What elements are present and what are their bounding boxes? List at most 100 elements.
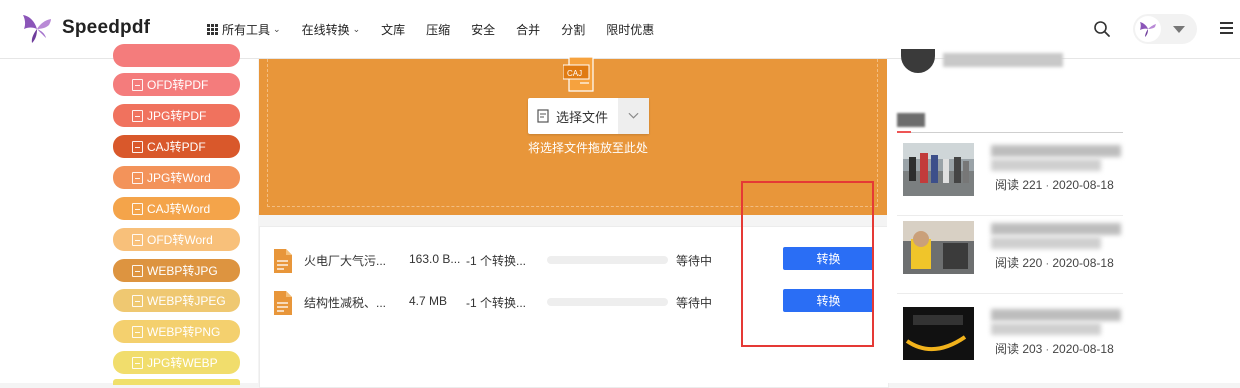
main-nav: 所有工具 ⌄ 在线转换 ⌄ 文库 压缩 安全 合并 分割 限时优惠 xyxy=(207,20,675,38)
sidebar-tool-webp-to-jpg[interactable]: WEBP转JPG xyxy=(113,259,240,282)
nav-label: 限时优惠 xyxy=(606,22,655,37)
nav-label: 分割 xyxy=(561,22,586,37)
image-file-icon xyxy=(132,325,143,338)
hamburger-icon[interactable] xyxy=(1220,22,1233,34)
nav-split[interactable]: 分割 xyxy=(561,21,585,38)
choose-source-dropdown[interactable] xyxy=(618,98,649,134)
highlight-box xyxy=(741,181,874,347)
nav-label: 文库 xyxy=(381,22,406,37)
nav-label: 所有工具 xyxy=(222,22,271,37)
speedpdf-logo-icon[interactable] xyxy=(20,12,54,46)
article-date: 2020-08-18 xyxy=(1052,178,1114,192)
sidebar-tool-caj-to-pdf[interactable]: CAJ转PDF xyxy=(113,135,240,158)
sidebar-tool-label: JPG转Word xyxy=(147,171,211,185)
article-views: 阅读 221 xyxy=(995,178,1043,192)
blurred-article-title xyxy=(991,159,1101,171)
image-file-icon xyxy=(132,233,143,246)
brand-name[interactable]: Speedpdf xyxy=(62,17,150,39)
article-views: 阅读 220 xyxy=(995,256,1043,270)
article-views: 阅读 203 xyxy=(995,342,1043,356)
nav-limited-offer[interactable]: 限时优惠 xyxy=(606,21,654,38)
nav-label: 压缩 xyxy=(426,22,451,37)
wait-status: 等待中 xyxy=(676,296,713,310)
image-file-icon xyxy=(132,202,143,215)
article-item[interactable]: 阅读 203 · 2020-08-18 xyxy=(897,301,1123,379)
section-divider xyxy=(897,132,1123,133)
file-size: 163.0 B... xyxy=(409,252,461,266)
butterfly-avatar-icon xyxy=(1140,22,1156,37)
caj-file-icon: CAJ xyxy=(563,57,594,92)
file-name: 结构性减税、... xyxy=(304,296,387,310)
progress-bar xyxy=(547,256,668,264)
sidebar-tool-label: CAJ转Word xyxy=(147,202,211,216)
wait-status: 等待中 xyxy=(676,254,713,268)
nav-online-convert[interactable]: 在线转换 ⌄ xyxy=(302,21,361,38)
sidebar-tool-ofd-to-pdf[interactable]: OFD转PDF xyxy=(113,73,240,96)
blurred-section-title xyxy=(897,113,925,127)
file-status: -1 个转换... xyxy=(466,254,527,268)
chevron-down-icon xyxy=(628,112,639,119)
image-file-icon xyxy=(132,140,143,153)
blurred-article-title xyxy=(991,223,1121,235)
sidebar-tool-caj-to-word[interactable]: CAJ转Word xyxy=(113,197,240,220)
image-file-icon xyxy=(132,109,143,122)
article-meta: 阅读 220 · 2020-08-18 xyxy=(995,256,1114,270)
image-file-icon xyxy=(132,78,143,91)
right-panel: 阅读 221 · 2020-08-18 阅读 220 · 2020-08-18 阅读 2… xyxy=(887,49,1240,383)
image-file-icon xyxy=(132,356,143,369)
file-size: 4.7 MB xyxy=(409,294,448,308)
caret-down-icon xyxy=(1173,26,1185,33)
nav-all-tools[interactable]: 所有工具 ⌄ xyxy=(207,21,281,38)
sidebar-tool-jpg-to-pdf[interactable]: JPG转PDF xyxy=(113,104,240,127)
user-menu[interactable] xyxy=(1133,14,1197,44)
drop-hint-text: 将选择文件拖放至此处 xyxy=(527,141,648,155)
sidebar-tool-label: OFD转Word xyxy=(147,233,213,247)
section-accent xyxy=(897,131,911,133)
sidebar-tool-label: WEBP转JPEG xyxy=(147,294,226,308)
sidebar-tool-label: CAJ转PDF xyxy=(147,140,206,154)
author-avatar[interactable] xyxy=(901,49,935,73)
choose-file-button[interactable]: 选择文件 xyxy=(528,98,649,134)
article-item[interactable]: 阅读 220 · 2020-08-18 xyxy=(897,215,1123,294)
article-meta: 阅读 203 · 2020-08-18 xyxy=(995,342,1114,356)
image-file-icon xyxy=(132,264,143,277)
article-thumbnail[interactable] xyxy=(903,307,974,360)
sidebar-tool-label: JPG转PDF xyxy=(147,109,207,123)
nav-compress[interactable]: 压缩 xyxy=(426,21,450,38)
search-icon[interactable] xyxy=(1093,20,1111,38)
article-meta: 阅读 221 · 2020-08-18 xyxy=(995,178,1114,192)
sidebar-tool-label: WEBP转JPG xyxy=(147,264,218,278)
chevron-down-icon: ⌄ xyxy=(273,23,281,34)
article-item[interactable]: 阅读 221 · 2020-08-18 xyxy=(897,137,1123,216)
avatar[interactable] xyxy=(1135,16,1161,42)
nav-label: 合并 xyxy=(516,22,541,37)
sidebar-tool-jpg-to-webp[interactable]: JPG转WEBP xyxy=(113,351,240,374)
blurred-article-title xyxy=(991,323,1101,335)
sidebar-tool-partial[interactable] xyxy=(113,379,240,385)
sidebar-tool-label: OFD转PDF xyxy=(147,78,209,92)
sidebar-tool-webp-to-jpeg[interactable]: WEBP转JPEG xyxy=(113,289,240,312)
sidebar-tool-webp-to-png[interactable]: WEBP转PNG xyxy=(113,320,240,343)
choose-file-label: 选择文件 xyxy=(556,109,609,125)
document-file-icon xyxy=(274,291,292,315)
file-name: 火电厂大气污... xyxy=(304,254,387,268)
chevron-down-icon: ⌄ xyxy=(352,23,361,34)
sidebar-tool-label: JPG转WEBP xyxy=(147,356,218,370)
nav-label: 在线转换 xyxy=(301,22,350,37)
article-thumbnail[interactable] xyxy=(903,143,974,196)
blurred-article-title xyxy=(991,145,1121,157)
blurred-author-name xyxy=(943,53,1063,67)
nav-library[interactable]: 文库 xyxy=(381,21,405,38)
grid-icon xyxy=(207,24,218,35)
article-date: 2020-08-18 xyxy=(1052,256,1114,270)
nav-label: 安全 xyxy=(471,22,496,37)
file-status: -1 个转换... xyxy=(466,296,527,310)
nav-merge[interactable]: 合并 xyxy=(516,21,540,38)
sidebar-tool-jpg-to-word[interactable]: JPG转Word xyxy=(113,166,240,189)
nav-security[interactable]: 安全 xyxy=(471,21,495,38)
sidebar-tool-partial[interactable] xyxy=(113,44,240,67)
article-thumbnail[interactable] xyxy=(903,221,974,274)
file-add-icon xyxy=(537,109,549,123)
sidebar-tool-ofd-to-word[interactable]: OFD转Word xyxy=(113,228,240,251)
article-date: 2020-08-18 xyxy=(1052,342,1114,356)
